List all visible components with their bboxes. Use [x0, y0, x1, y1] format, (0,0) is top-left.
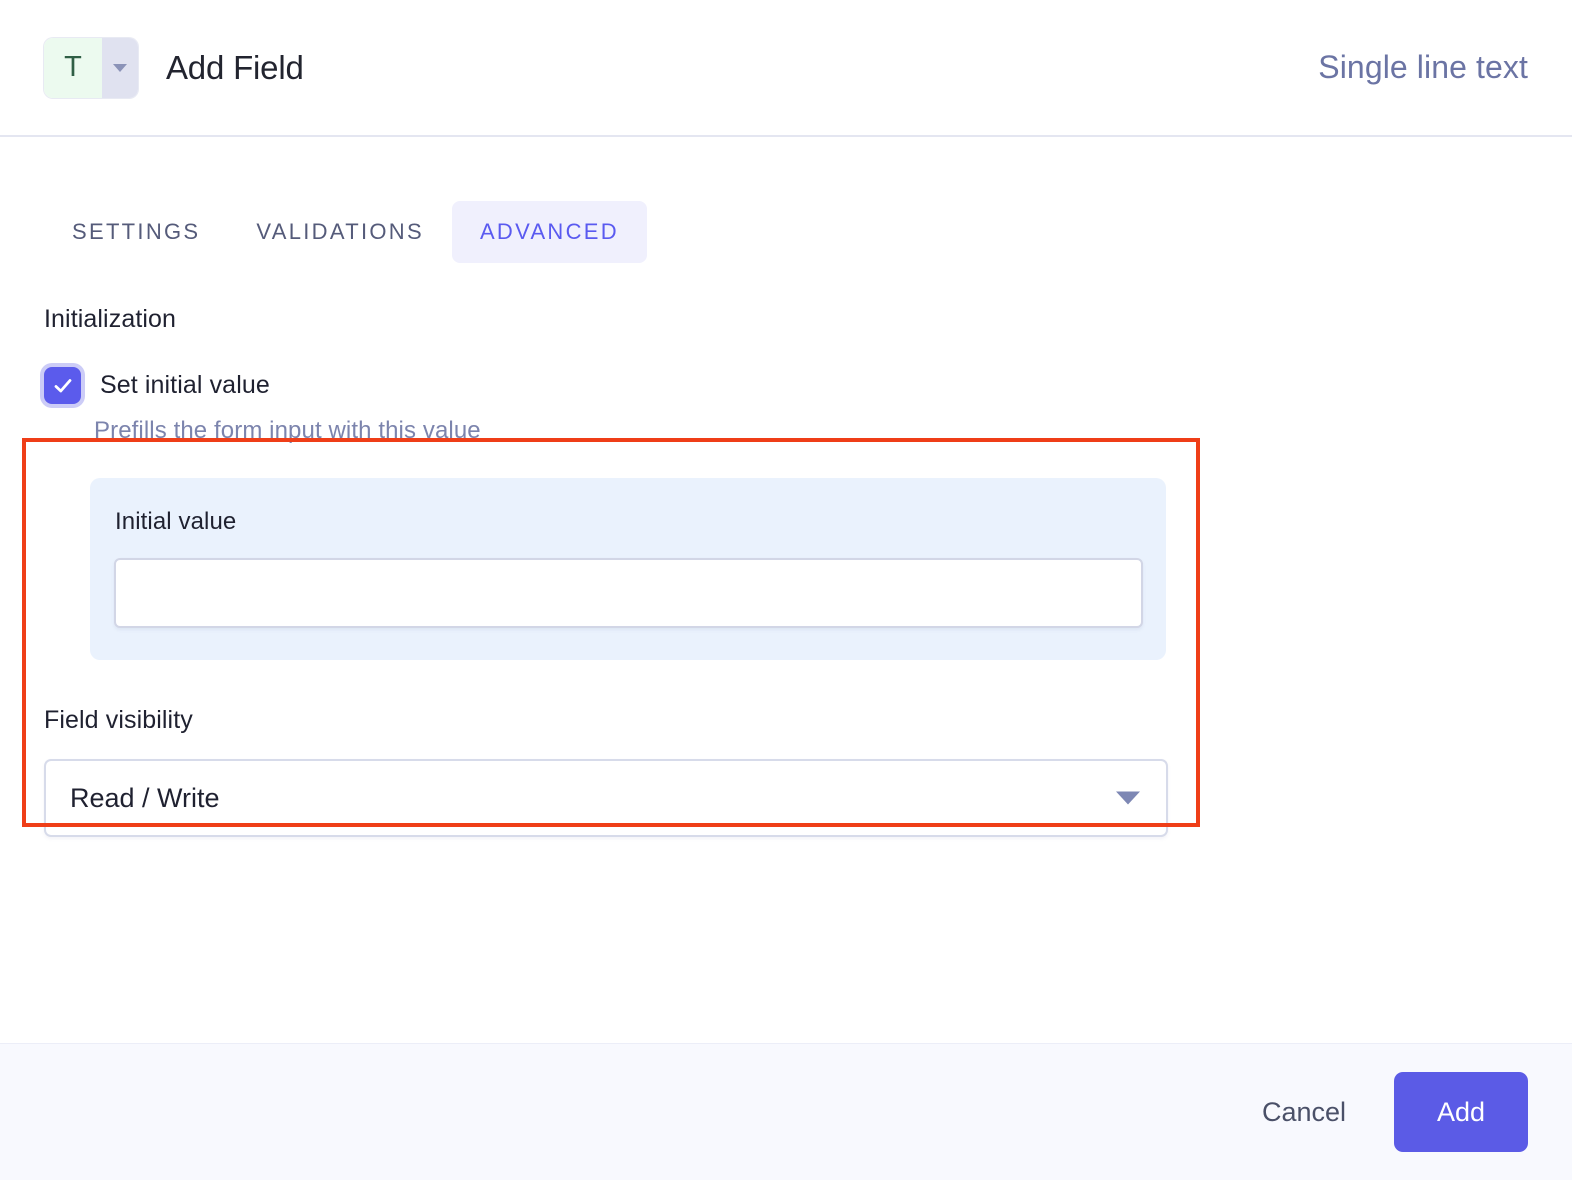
set-initial-value-label: Set initial value [100, 371, 270, 399]
tab-advanced[interactable]: ADVANCED [451, 201, 647, 263]
field-type-dropdown-toggle[interactable] [102, 37, 138, 98]
page-title: Add Field [166, 48, 304, 86]
field-type-glyph: T [44, 37, 102, 98]
set-initial-value-help: Prefills the form input with this value [94, 417, 481, 444]
field-type-badge[interactable]: T [44, 37, 138, 98]
field-visibility-label: Field visibility [44, 706, 193, 734]
dialog-footer: Cancel Add [0, 1043, 1572, 1180]
initialization-title: Initialization [44, 305, 177, 333]
field-type-name: Single line text [1318, 49, 1528, 85]
cancel-button[interactable]: Cancel [1256, 1085, 1352, 1140]
add-button[interactable]: Add [1394, 1072, 1528, 1152]
dialog-body: SETTINGS VALIDATIONS ADVANCED Initializa… [0, 137, 1572, 1043]
initial-value-panel: Initial value [90, 478, 1166, 660]
tab-bar: SETTINGS VALIDATIONS ADVANCED [44, 137, 1528, 263]
initial-value-input[interactable] [114, 558, 1143, 628]
set-initial-value-row[interactable]: Set initial value [44, 367, 1528, 404]
check-icon [54, 378, 71, 392]
field-type-glyph-letter: T [64, 51, 82, 83]
set-initial-value-checkbox[interactable] [44, 367, 81, 404]
field-visibility-select-wrap: Read / Write [44, 759, 1168, 837]
dialog-header: T Add Field Single line text [0, 0, 1572, 137]
field-visibility-select[interactable]: Read / Write [44, 759, 1168, 837]
initial-value-label: Initial value [115, 508, 237, 535]
initialization-section: Initialization Set initial value Prefill… [44, 263, 1528, 660]
tab-settings[interactable]: SETTINGS [44, 201, 228, 263]
chevron-down-icon [113, 63, 127, 72]
add-field-dialog: T Add Field Single line text SETTINGS VA… [0, 0, 1572, 1180]
field-visibility-section: Field visibility Read / Write [44, 706, 1528, 837]
tab-validations[interactable]: VALIDATIONS [228, 201, 452, 263]
field-visibility-value: Read / Write [70, 782, 220, 813]
